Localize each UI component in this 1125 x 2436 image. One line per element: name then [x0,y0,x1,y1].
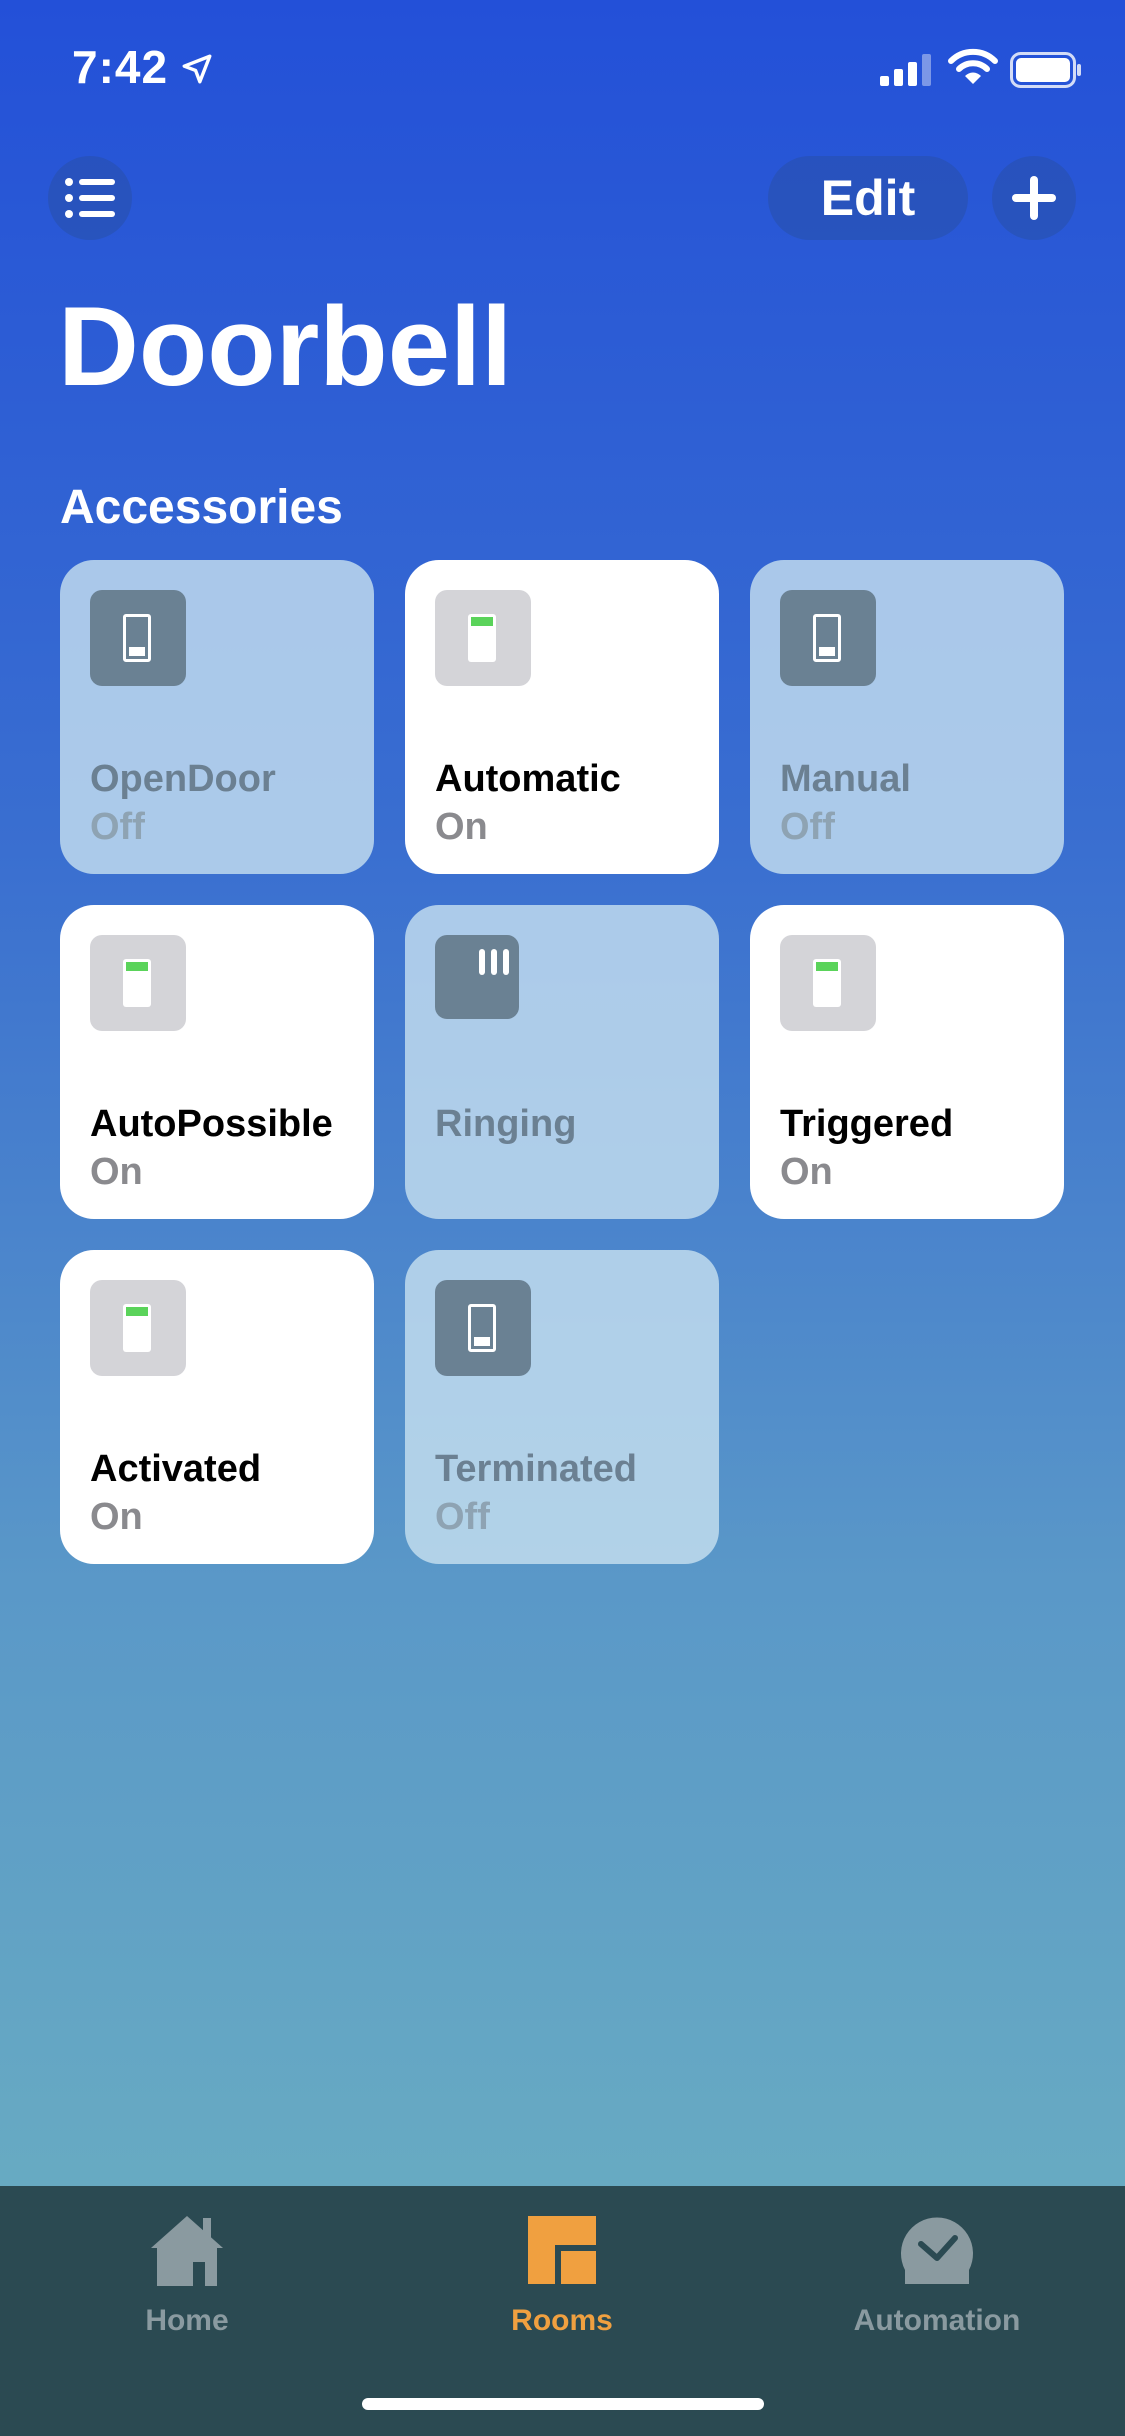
switch-off-icon [435,1280,531,1376]
accessory-tile-terminated[interactable]: Terminated Off [405,1250,719,1564]
status-time: 7:42 [72,41,169,93]
wifi-icon [948,48,998,84]
accessory-name: Ringing [435,1103,577,1145]
accessory-name: Terminated [435,1448,638,1490]
cellular-signal-icon [880,54,931,86]
status-bar: 7:42 [0,0,1125,140]
plus-icon [1012,176,1056,220]
accessory-name: AutoPossible [90,1103,333,1145]
tab-automation[interactable]: Automation [787,2210,1087,2338]
accessory-tile-ringing[interactable]: Ringing [405,905,719,1219]
home-indicator[interactable] [362,2398,764,2410]
accessory-tile-autopossible[interactable]: AutoPossible On [60,905,374,1219]
accessory-tile-activated[interactable]: Activated On [60,1250,374,1564]
switch-on-icon [90,1280,186,1376]
accessory-state: Off [90,806,145,848]
switch-on-icon [90,935,186,1031]
switch-off-icon [780,590,876,686]
accessory-name: Activated [90,1448,262,1490]
accessories-grid: OpenDoor Off Automatic On Manual Off Aut… [60,560,1066,1566]
page-title: Doorbell [58,284,513,409]
tab-label: Home [145,2304,229,2337]
accessory-name: Triggered [780,1103,954,1145]
tab-bar: Home Rooms Automation [0,2186,1125,2436]
accessory-tile-opendoor[interactable]: OpenDoor Off [60,560,374,874]
switch-on-icon [435,590,531,686]
accessory-name: Automatic [435,758,621,800]
accessory-tile-automatic[interactable]: Automatic On [405,560,719,874]
room-icon [528,2216,596,2284]
accessory-tile-triggered[interactable]: Triggered On [750,905,1064,1219]
location-arrow-icon [182,54,212,84]
accessory-state: Off [780,806,835,848]
tab-rooms[interactable]: Rooms [412,2210,712,2338]
battery-icon [1010,52,1081,88]
accessory-name: OpenDoor [90,758,276,800]
accessory-state: On [90,1496,143,1538]
doorbell-sensor-icon [435,935,519,1019]
home-list-button[interactable] [48,156,132,240]
accessory-name: Manual [780,758,911,800]
tab-home[interactable]: Home [37,2210,337,2338]
accessory-state: On [90,1151,143,1193]
accessory-state: On [435,806,488,848]
edit-button[interactable]: Edit [768,156,968,240]
accessory-state: Off [435,1496,490,1538]
add-button[interactable] [992,156,1076,240]
tab-label: Automation [853,2304,1021,2337]
switch-on-icon [780,935,876,1031]
list-icon [65,178,115,218]
checkmark-circle-icon [901,2217,973,2284]
tab-label: Rooms [511,2304,613,2337]
house-icon [151,2216,223,2286]
switch-off-icon [90,590,186,686]
accessory-state: On [780,1151,833,1193]
section-title-accessories: Accessories [60,481,343,534]
accessory-tile-manual[interactable]: Manual Off [750,560,1064,874]
